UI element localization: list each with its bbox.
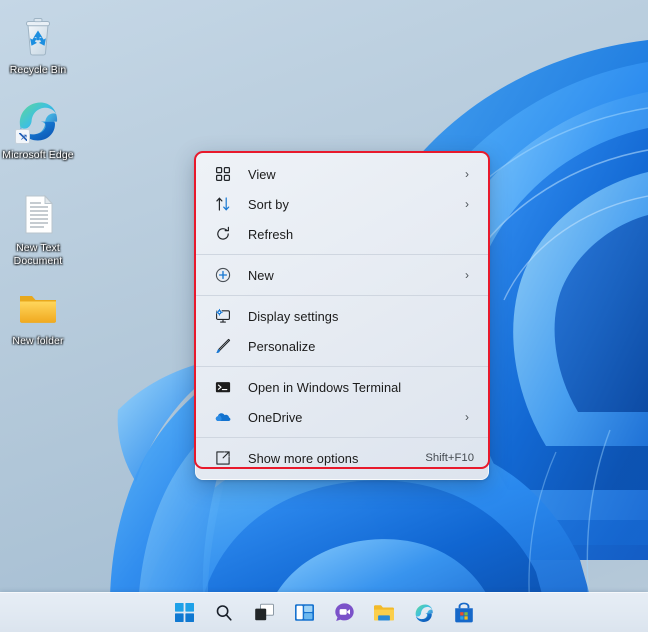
plus-circle-icon: [214, 266, 232, 284]
text-document-icon: [14, 190, 62, 238]
taskbar-search-button[interactable]: [211, 600, 237, 626]
desktop-icon-label: Microsoft Edge: [2, 149, 74, 161]
context-menu-separator: [196, 254, 488, 255]
desktop-icon-new-text-document[interactable]: New Text Document: [2, 190, 74, 267]
context-menu-item-new[interactable]: New ›: [200, 260, 484, 290]
search-icon: [216, 604, 232, 621]
context-menu-item-label: Open in Windows Terminal: [248, 379, 402, 395]
taskbar-file-explorer-button[interactable]: [371, 600, 397, 626]
desktop-icon-label: New Text Document: [13, 242, 63, 267]
grid-view-icon: [214, 165, 232, 183]
shortcut-arrow-icon: ↗: [15, 129, 30, 144]
recycle-bin-icon: [14, 12, 62, 60]
desktop-icon-label: New folder: [12, 335, 64, 347]
context-menu-item-label: OneDrive: [248, 409, 303, 425]
chevron-right-icon: ›: [465, 268, 469, 282]
context-menu-item-onedrive[interactable]: OneDrive ›: [200, 402, 484, 432]
context-menu-item-show-more-options[interactable]: Show more options Shift+F10: [200, 443, 484, 473]
context-menu-separator: [196, 366, 488, 367]
keyboard-shortcut-label: Shift+F10: [425, 452, 474, 464]
context-menu-item-view[interactable]: View ›: [200, 159, 484, 189]
context-menu-separator: [196, 295, 488, 296]
microsoft-edge-icon: ↗: [14, 97, 62, 145]
desktop-context-menu[interactable]: View › Sort by › Refresh New › Display s…: [195, 152, 489, 480]
context-menu-item-personalize[interactable]: Personalize: [200, 331, 484, 361]
context-menu-item-label: New: [248, 267, 274, 283]
context-menu-item-label: View: [248, 166, 276, 182]
context-menu-item-refresh[interactable]: Refresh: [200, 219, 484, 249]
paintbrush-icon: [214, 337, 232, 355]
taskbar[interactable]: [0, 592, 648, 632]
chevron-right-icon: ›: [465, 197, 469, 211]
refresh-icon: [214, 225, 232, 243]
taskbar-chat-button[interactable]: [331, 600, 357, 626]
task-view-icon: [254, 603, 274, 621]
sort-arrows-icon: [214, 195, 232, 213]
desktop[interactable]: Recycle Bin ↗ Microsoft Edge New Text Do…: [0, 0, 648, 631]
context-menu-item-label: Display settings: [248, 308, 339, 324]
context-menu-item-label: Refresh: [248, 226, 294, 242]
context-menu-item-open-in-windows-terminal[interactable]: Open in Windows Terminal: [200, 372, 484, 402]
chevron-right-icon: ›: [465, 410, 469, 424]
desktop-icon-microsoft-edge[interactable]: ↗ Microsoft Edge: [2, 97, 74, 162]
taskbar-start-button[interactable]: [171, 600, 197, 626]
cloud-icon: [214, 408, 232, 426]
folder-icon: [14, 283, 62, 331]
context-menu-separator: [196, 437, 488, 438]
desktop-icon-label: Recycle Bin: [9, 64, 67, 76]
monitor-settings-icon: [214, 307, 232, 325]
context-menu-item-display-settings[interactable]: Display settings: [200, 301, 484, 331]
context-menu-item-label: Personalize: [248, 338, 316, 354]
context-menu-item-label: Show more options: [248, 450, 359, 466]
taskbar-microsoft-edge-button[interactable]: [411, 600, 437, 626]
chevron-right-icon: ›: [465, 167, 469, 181]
taskbar-task-view-button[interactable]: [251, 600, 277, 626]
windows-logo-icon: [174, 603, 194, 622]
taskbar-microsoft-store-button[interactable]: [451, 600, 477, 626]
microsoft-store-icon: [455, 602, 473, 623]
desktop-icon-recycle-bin[interactable]: Recycle Bin: [2, 12, 74, 77]
show-more-options-icon: [214, 449, 232, 467]
context-menu-item-label: Sort by: [248, 196, 289, 212]
widgets-icon: [294, 604, 314, 621]
microsoft-edge-icon: [415, 604, 433, 622]
taskbar-widgets-button[interactable]: [291, 600, 317, 626]
terminal-icon: [214, 378, 232, 396]
context-menu-item-sort-by[interactable]: Sort by ›: [200, 189, 484, 219]
file-explorer-icon: [374, 604, 394, 620]
chat-video-icon: [334, 603, 354, 621]
desktop-icon-new-folder[interactable]: New folder: [2, 283, 74, 348]
